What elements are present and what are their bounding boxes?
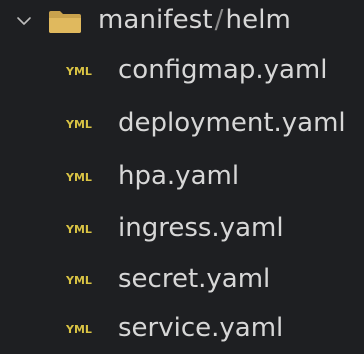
yaml-icon-text: YML xyxy=(66,323,92,336)
yaml-file-icon: YML xyxy=(66,65,92,78)
yaml-file-icon: YML xyxy=(66,118,92,131)
yaml-icon-text: YML xyxy=(66,118,92,131)
file-label: ingress.yaml xyxy=(118,213,284,243)
folder-subname: helm xyxy=(225,5,291,35)
folder-icon xyxy=(49,11,81,33)
file-row[interactable]: YML secret.yaml xyxy=(0,257,364,305)
file-label: deployment.yaml xyxy=(118,108,346,138)
yaml-file-icon: YML xyxy=(66,171,92,184)
file-row[interactable]: YML hpa.yaml xyxy=(0,154,364,202)
yaml-file-icon: YML xyxy=(66,274,92,287)
yaml-file-icon: YML xyxy=(66,323,92,336)
file-label: secret.yaml xyxy=(118,264,271,294)
file-row[interactable]: YML deployment.yaml xyxy=(0,101,364,149)
yaml-icon-text: YML xyxy=(66,274,92,287)
folder-name: manifest xyxy=(98,5,213,35)
file-label: service.yaml xyxy=(118,313,284,343)
folder-path-separator: / xyxy=(214,5,224,35)
file-label: hpa.yaml xyxy=(118,161,240,191)
file-row[interactable]: YML ingress.yaml xyxy=(0,206,364,254)
yaml-icon-text: YML xyxy=(66,223,92,236)
file-label: configmap.yaml xyxy=(118,55,328,85)
folder-row-manifest-helm[interactable]: manifest/helm xyxy=(0,0,364,42)
chevron-down-icon[interactable] xyxy=(16,13,32,29)
folder-label: manifest/helm xyxy=(98,3,291,37)
file-row[interactable]: YML configmap.yaml xyxy=(0,48,364,96)
yaml-icon-text: YML xyxy=(66,65,92,78)
yaml-icon-text: YML xyxy=(66,171,92,184)
file-explorer-tree: manifest/helm YML configmap.yaml YML dep… xyxy=(0,0,364,347)
yaml-file-icon: YML xyxy=(66,223,92,236)
